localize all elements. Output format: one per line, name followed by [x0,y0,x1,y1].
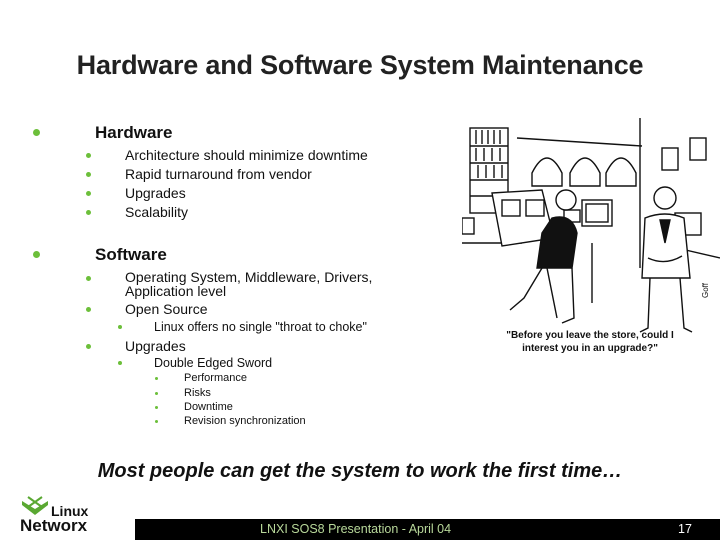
bullet-icon [86,344,91,349]
list-item: Architecture should minimize downtime [125,147,368,163]
list-item: Rapid turnaround from vendor [125,166,312,182]
list-item: Risks [184,387,211,399]
bullet-icon [86,307,91,312]
list-item: Linux offers no single "throat to choke" [154,320,367,334]
tagline: Most people can get the system to work t… [97,460,623,482]
list-item: Downtime [184,401,233,413]
list-item: Performance [184,372,247,384]
bullet-icon [33,251,40,258]
bullet-icon [86,191,91,196]
list-item: Scalability [125,204,189,220]
bullet-icon [155,392,158,395]
cartoon-caption: "Before you leave the store, could I int… [470,329,710,355]
page-number: 17 [678,522,692,536]
salesman-figure [639,186,693,333]
bullet-icon [86,276,91,281]
cartoon-caption-line2: interest you in an upgrade?" [522,343,658,354]
linux-networx-logo: Linux Networx [18,495,128,540]
cartoon-illustration: Goff [462,118,720,333]
bullet-icon [155,377,158,380]
list-item: Open Source [125,301,208,317]
section-heading-hardware: Hardware [95,123,173,142]
bullet-icon [33,129,40,136]
bullet-icon [86,153,91,158]
bullet-icon [86,210,91,215]
list-item-continuation: Application level [125,283,227,299]
logo-icon [22,496,48,515]
customer-figure [491,189,578,324]
bullet-icon [86,172,91,177]
list-item: Revision synchronization [184,415,306,427]
footer-presentation-title: LNXI SOS8 Presentation - April 04 [260,522,452,536]
logo-text-line2: Networx [20,516,88,535]
list-item: Double Edged Sword [154,356,273,370]
bullet-icon [155,406,158,409]
cartoon-caption-line1: "Before you leave the store, could I [506,330,674,341]
cartoon-signature: Goff [701,282,710,298]
bullet-icon [155,420,158,423]
bullet-icon [118,361,122,365]
section-heading-software: Software [95,245,167,264]
list-item: Upgrades [125,338,186,354]
slide-title: Hardware and Software System Maintenance [76,50,644,80]
list-item: Upgrades [125,185,186,201]
bullet-icon [118,325,122,329]
